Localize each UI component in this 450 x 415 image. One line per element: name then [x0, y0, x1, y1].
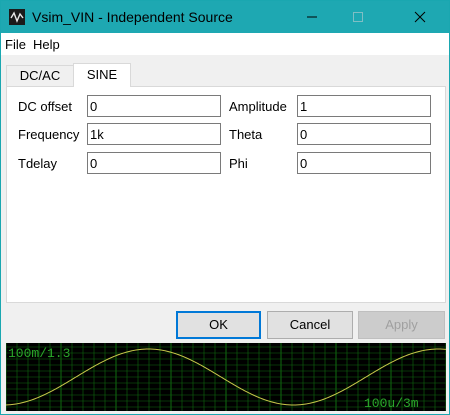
- tab-sine[interactable]: SINE: [73, 63, 131, 87]
- window-title: Vsim_VIN - Independent Source: [32, 9, 233, 25]
- title-bar[interactable]: Vsim_VIN - Independent Source: [1, 1, 449, 33]
- amplitude-field[interactable]: [297, 95, 431, 117]
- independent-source-dialog: Vsim_VIN - Independent Source File Help …: [0, 0, 450, 415]
- app-icon: [9, 9, 25, 25]
- phi-field[interactable]: [297, 152, 431, 174]
- scope-time-label: 100u/3m: [364, 396, 419, 411]
- tdelay-field[interactable]: [87, 152, 221, 174]
- cancel-button[interactable]: Cancel: [267, 311, 353, 339]
- amplitude-label: Amplitude: [229, 99, 287, 114]
- maximize-icon: [353, 12, 363, 22]
- minimize-icon: [307, 16, 317, 18]
- close-icon: [414, 11, 426, 23]
- ok-button[interactable]: OK: [176, 311, 261, 339]
- theta-field[interactable]: [297, 123, 431, 145]
- apply-button[interactable]: Apply: [358, 311, 445, 339]
- tab-dc-ac[interactable]: DC/AC: [6, 65, 74, 86]
- waveform-preview: 100m/1.3 100u/3m: [6, 343, 446, 411]
- menu-help[interactable]: Help: [33, 37, 60, 52]
- scope-scale-label: 100m/1.3: [8, 346, 70, 361]
- menu-file[interactable]: File: [5, 37, 26, 52]
- sine-parameters-panel: DC offset Frequency Tdelay Amplitude The…: [6, 86, 446, 303]
- dc-offset-label: DC offset: [18, 99, 72, 114]
- phi-label: Phi: [229, 156, 248, 171]
- dc-offset-field[interactable]: [87, 95, 221, 117]
- maximize-button[interactable]: [335, 1, 381, 33]
- frequency-field[interactable]: [87, 123, 221, 145]
- menu-bar: File Help: [1, 33, 449, 55]
- tdelay-label: Tdelay: [18, 156, 58, 171]
- close-button[interactable]: [397, 1, 443, 33]
- minimize-button[interactable]: [289, 1, 335, 33]
- waveform-canvas: 100m/1.3 100u/3m: [6, 343, 446, 411]
- frequency-label: Frequency: [18, 127, 80, 142]
- theta-label: Theta: [229, 127, 263, 142]
